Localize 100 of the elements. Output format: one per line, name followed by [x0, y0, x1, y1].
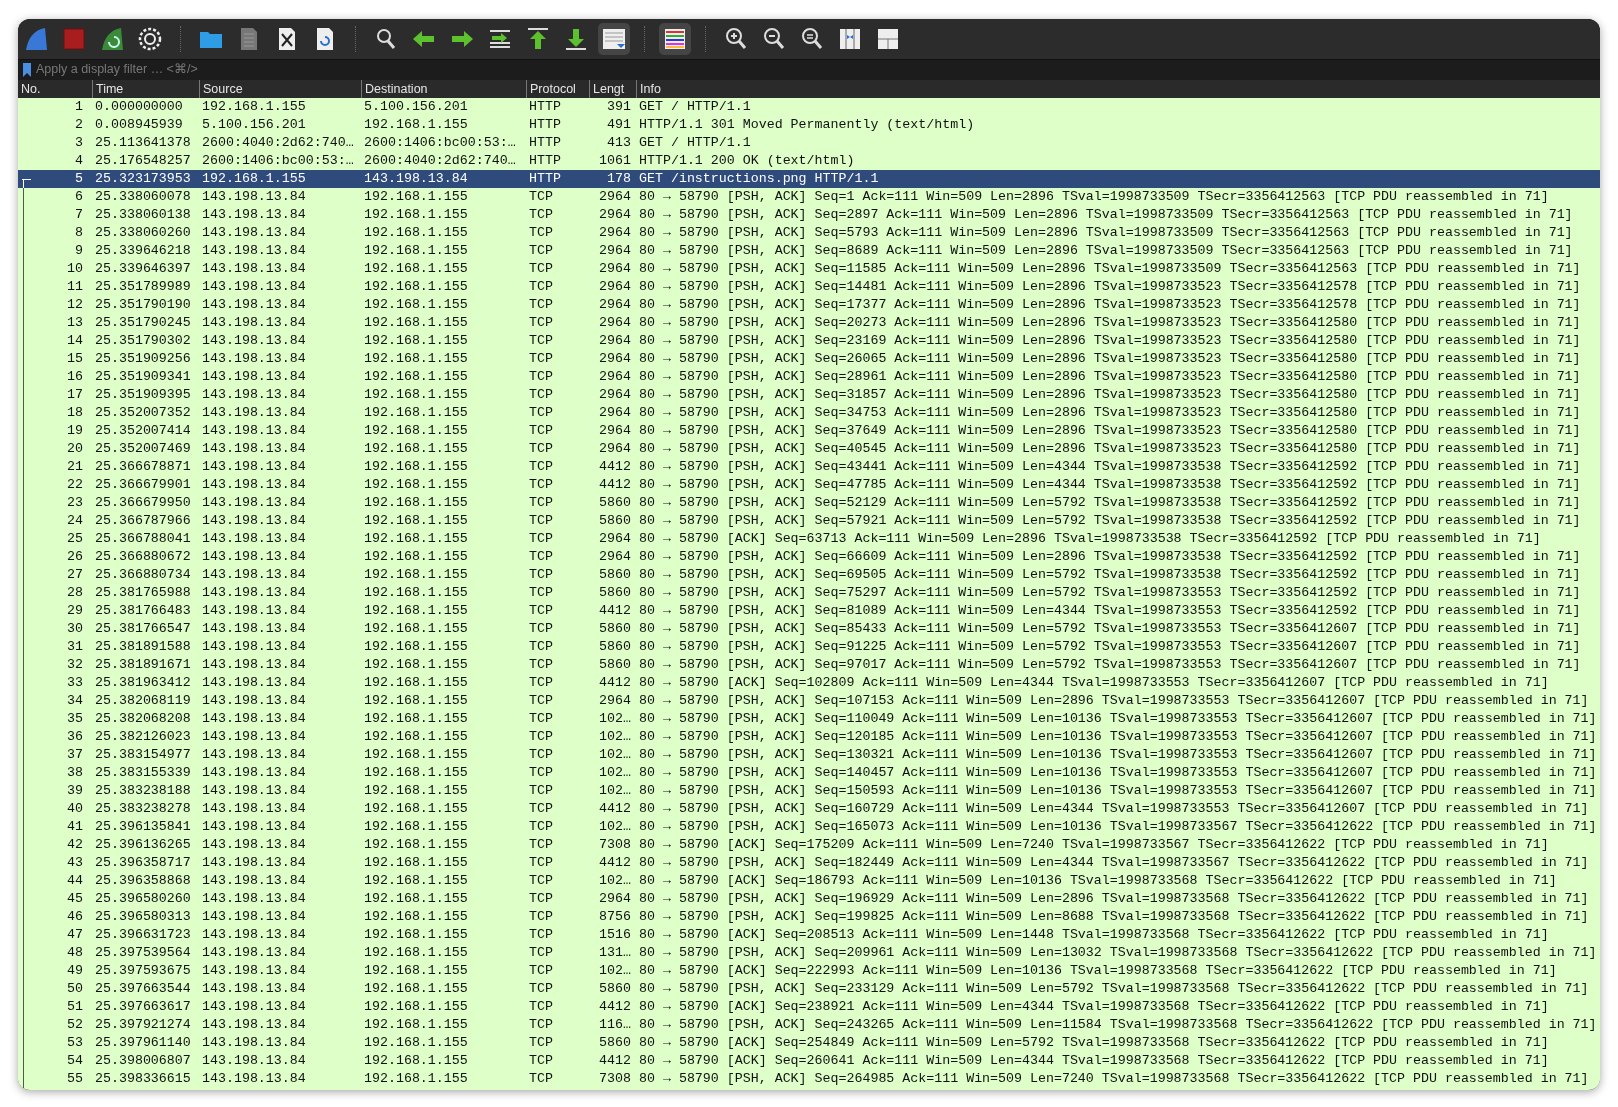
table-cell-text: 44	[66, 872, 84, 890]
table-cell-text: 5860	[598, 584, 632, 602]
table-cell-text: 4412	[598, 602, 632, 620]
table-cell-text: 25.397921274	[94, 1016, 192, 1034]
column-header[interactable]: No.	[18, 80, 92, 98]
table-cell-text: 80 → 58790 [PSH, ACK] Seq=14481 Ack=111 Win=509 Len=2896 TSval=1998733523 TSecr=3356412578 [TCP PDU reassembled in 71]	[638, 278, 1582, 296]
table-cell-text: 80 → 58790 [PSH, ACK] Seq=97017 Ack=111 Win=509 Len=5792 TSval=1998733553 TSecr=3356412607 [TCP PDU reassembled in 71]	[638, 656, 1582, 674]
table-cell-text: 80 → 58790 [ACK] Seq=186793 Ack=111 Win=509 Len=10136 TSval=1998733568 TSecr=3356412622 [TCP PDU reassembled in 71]	[638, 872, 1558, 890]
table-cell-text: TCP	[528, 458, 554, 476]
table-cell-text: 80 → 58790 [PSH, ACK] Seq=196929 Ack=111 Win=509 Len=2896 TSval=1998733568 TSecr=3356412622 [TCP PDU reassembled in 71]	[638, 890, 1590, 908]
table-cell-text: 143.198.13.84	[201, 404, 307, 422]
table-cell-text: 2964	[598, 440, 632, 458]
table-cell-text: 80 → 58790 [PSH, ACK] Seq=40545 Ack=111 Win=509 Len=2896 TSval=1998733523 TSecr=3356412580 [TCP PDU reassembled in 71]	[638, 440, 1582, 458]
table-cell-text: 55	[66, 1070, 84, 1088]
table-cell-text: 2	[74, 116, 84, 134]
table-cell-text: 25.382068119	[94, 692, 192, 710]
table-cell-text: 192.168.1.155	[363, 512, 469, 530]
table-cell-text: 192.168.1.155	[363, 260, 469, 278]
table-cell-text: 4412	[598, 674, 632, 692]
table-cell-text: TCP	[528, 908, 554, 926]
table-cell-text: 43	[66, 854, 84, 872]
table-cell-text: 8	[74, 224, 84, 242]
table-cell-text: TCP	[528, 242, 554, 260]
table-cell-text: TCP	[528, 368, 554, 386]
table-cell-text: 2964	[598, 404, 632, 422]
table-cell-text: TCP	[528, 530, 554, 548]
table-cell-text: TCP	[528, 818, 554, 836]
table-cell-text: 192.168.1.155	[363, 764, 469, 782]
table-cell-text: 53	[66, 1034, 84, 1052]
bookmark-icon[interactable]	[22, 62, 32, 77]
table-cell-text: 25.397663544	[94, 980, 192, 998]
table-cell-text: 25.396135841	[94, 818, 192, 836]
table-cell-text: 143.198.13.84	[201, 368, 307, 386]
table-cell-text: 80 → 58790 [PSH, ACK] Seq=57921 Ack=111 Win=509 Len=5792 TSval=1998733538 TSecr=3356412592 [TCP PDU reassembled in 71]	[638, 512, 1582, 530]
table-cell-text: 491	[606, 116, 632, 134]
table-cell-text: TCP	[528, 1034, 554, 1052]
table-cell-text: 192.168.1.155	[363, 998, 469, 1016]
table-cell-text: 143.198.13.84	[201, 332, 307, 350]
table-cell-text: 50	[66, 980, 84, 998]
table-cell-text: 143.198.13.84	[201, 962, 307, 980]
table-cell-text: 80 → 58790 [ACK] Seq=208513 Ack=111 Win=509 Len=1448 TSval=1998733568 TSecr=3356412622 [TCP PDU reassembled in 71]	[638, 926, 1550, 944]
table-cell-text: 143.198.13.84	[201, 764, 307, 782]
table-cell-text: 143.198.13.84	[201, 260, 307, 278]
table-cell-text: 40	[66, 800, 84, 818]
table-cell-text: TCP	[528, 674, 554, 692]
table-cell-text: 2964	[598, 350, 632, 368]
table-cell-text: 192.168.1.155	[363, 1034, 469, 1052]
table-cell-text: 192.168.1.155	[363, 908, 469, 926]
table-cell-text: 2964	[598, 206, 632, 224]
table-cell-text: 192.168.1.155	[363, 800, 469, 818]
table-cell-text: 192.168.1.155	[363, 422, 469, 440]
table-cell-text: 143.198.13.84	[201, 638, 307, 656]
table-cell-text: 192.168.1.155	[363, 620, 469, 638]
packet-row[interactable]: 55 25.398336615 143.198.13.84 192.168.1.155 TCP 7308 80 → 58790 [PSH, ACK] Seq=264985 Ack=111 Win=509 Len=7240 TSval=1998733568 TSecr=3356412622 [TCP PDU reassembled in 71]	[18, 1070, 1600, 1088]
table-cell-text: HTTP	[528, 152, 562, 170]
table-cell-text: TCP	[528, 962, 554, 980]
table-cell-text: 4412	[598, 476, 632, 494]
table-cell-text: 192.168.1.155	[363, 926, 469, 944]
table-cell-text: 51	[66, 998, 84, 1016]
filter-field[interactable]: Apply a display filter … <⌘/>	[32, 60, 1600, 79]
table-cell-text: 31	[66, 638, 84, 656]
table-cell-text: 192.168.1.155	[363, 872, 469, 890]
table-cell-text: 192.168.1.155	[363, 854, 469, 872]
table-cell-text: TCP	[528, 836, 554, 854]
table-cell-text: 143.198.13.84	[201, 494, 307, 512]
table-cell-text: 25.366787966	[94, 512, 192, 530]
table-cell-text: 192.168.1.155	[363, 368, 469, 386]
table-cell-text: 192.168.1.155	[363, 566, 469, 584]
table-cell-text: 25.113641378	[94, 134, 192, 152]
table-cell-text: 35	[66, 710, 84, 728]
toolbar-button[interactable]	[659, 23, 691, 55]
table-cell-text: 80 → 58790 [PSH, ACK] Seq=165073 Ack=111 Win=509 Len=10136 TSval=1998733567 TSecr=3356412622 [TCP PDU reassembled in 71]	[638, 818, 1598, 836]
table-cell-text: 143.198.13.84	[201, 746, 307, 764]
table-cell-text: 25.381765988	[94, 584, 192, 602]
table-cell-text: 80 → 58790 [PSH, ACK] Seq=31857 Ack=111 Win=509 Len=2896 TSval=1998733523 TSecr=3356412580 [TCP PDU reassembled in 71]	[638, 386, 1582, 404]
table-cell-text: 143.198.13.84	[201, 836, 307, 854]
table-cell-text: 2964	[598, 296, 632, 314]
table-cell-text: 143.198.13.84	[201, 800, 307, 818]
table-cell-text: 143.198.13.84	[201, 944, 307, 962]
table-cell-text: 102…	[598, 782, 632, 800]
table-cell-text: 25.176548257	[94, 152, 192, 170]
table-cell-text: 5860	[598, 566, 632, 584]
table-cell-text: 192.168.1.155	[363, 440, 469, 458]
table-cell-text: 25.397663617	[94, 998, 192, 1016]
table-cell-text: TCP	[528, 512, 554, 530]
table-cell-text: 192.168.1.155	[363, 530, 469, 548]
packet-row[interactable]: 5 25.323173953 192.168.1.155 143.198.13.84 HTTP 178 GET /instructions.png HTTP/1.1	[18, 170, 1600, 188]
table-cell-text: 143.198.13.84	[201, 1070, 307, 1088]
table-cell-text: 80 → 58790 [PSH, ACK] Seq=85433 Ack=111 Win=509 Len=5792 TSval=1998733553 TSecr=3356412607 [TCP PDU reassembled in 71]	[638, 620, 1582, 638]
table-cell-text: 2964	[598, 368, 632, 386]
table-cell-text: 2964	[598, 188, 632, 206]
table-cell-text: 27	[66, 566, 84, 584]
table-cell-text: 25.338060078	[94, 188, 192, 206]
table-cell-text: 143.198.13.84	[201, 890, 307, 908]
table-cell-text: 192.168.1.155	[363, 404, 469, 422]
table-cell-text: 6	[74, 188, 84, 206]
table-cell-text: 21	[66, 458, 84, 476]
toolbar-button[interactable]	[598, 23, 630, 55]
table-cell-text: 25.366678871	[94, 458, 192, 476]
table-cell-text: TCP	[528, 188, 554, 206]
